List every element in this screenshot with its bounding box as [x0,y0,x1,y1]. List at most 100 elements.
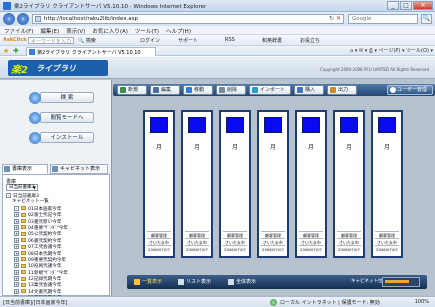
search-button[interactable]: 検 索 [29,92,94,104]
zoom-level[interactable]: 100% [415,299,429,305]
toolbar-search-button[interactable]: 🔍 検索 [78,37,96,44]
install-icon [29,132,41,144]
menu-edit[interactable]: 編集(E) [36,26,62,35]
command-bar[interactable]: ⌂ ▾ ✉ ▾ ⎙ ▾ ページ(P) ▾ ツール(O) ▾ [350,47,433,54]
menu-bar: ファイル(F) 編集(E) 表示(V) お気に入り(A) ツール(T) ヘルプ(H) [0,26,435,35]
search-icon[interactable]: 🔍 [421,14,432,24]
address-bar[interactable]: http://localhost/raku2lib/index.asp ↻ ✕ [32,14,344,24]
collapse-icon[interactable]: - [14,205,19,211]
expand-icon[interactable]: + [14,263,19,269]
status-left: [日当前書庫]/[日本画家今年] [3,300,68,306]
tab-list-view[interactable]: 一覧表示 [133,278,162,286]
cabinet-date: 2006/07/07 [376,247,398,252]
cabinet-card[interactable]: 月顧客管理 さいたま市 2006/07/07 [371,110,403,258]
expand-icon[interactable]: + [14,276,19,282]
install-button[interactable]: インストール [29,132,94,144]
cabinet-card[interactable]: 月顧客管理 さいたま市 2006/07/07 [181,110,213,258]
menu-view[interactable]: 表示(V) [62,26,88,35]
tab-full-display[interactable]: 全体表示 [227,278,256,286]
toolbar-dictionary-button[interactable]: 和英辞書 [262,37,282,44]
new-button[interactable]: 新規 [117,85,147,95]
edit-icon [153,87,159,93]
purchase-button[interactable]: 購入 [294,85,324,95]
user-management-button[interactable]: ユーザー管理 [387,85,433,95]
toolbar-login-button[interactable]: ログイン [140,37,160,44]
tab-library-view[interactable]: 書庫表示 [2,164,48,174]
move-button[interactable]: 移動 [183,85,213,95]
toolbar-rss-button[interactable]: RSS [225,37,235,43]
menu-help[interactable]: ヘルプ(H) [162,26,194,35]
address-row: ‹ › http://localhost/raku2lib/index.asp … [0,12,435,26]
expand-icon[interactable]: + [14,218,19,224]
cabinet-card[interactable]: 月顧客管理 さいたま市 2006/07/07 [219,110,251,258]
maximize-button[interactable]: □ [400,1,412,10]
cabinet-spine-label: 月 [193,144,200,151]
menu-tools[interactable]: ツール(T) [131,26,162,35]
cabinet-card[interactable]: 月顧客管理 さいたま市 2006/07/07 [295,110,327,258]
cabinet-position-slider[interactable] [382,277,420,287]
main-area: 新規 編集 移動 削除 インポート 購入 出力 ユーザー管理 月 顧客管理 さい… [113,80,435,296]
toolbar-support-button[interactable]: サポート [178,37,198,44]
back-button[interactable]: ‹ [3,13,15,25]
menu-favorites[interactable]: お気に入り(A) [88,26,131,35]
expand-icon[interactable]: + [14,237,19,243]
cabinet-position-indicator[interactable] [385,280,409,283]
cabinet-color-swatch [340,117,358,133]
toolbar-search-input[interactable]: キーワードを入力 [28,37,74,45]
library-view-icon [4,166,10,172]
delete-button-label: 削除 [227,87,238,93]
stop-icon[interactable]: ✕ [336,15,341,22]
status-bar: [日当前書庫]/[日本画家今年] ローカル イントラネット | 保護モード: 無… [0,296,435,307]
search-input[interactable]: Google [348,14,418,24]
logo-name: ライブラリ [36,64,76,73]
minimize-button[interactable]: _ [387,1,399,10]
output-button[interactable]: 出力 [327,85,357,95]
expand-icon[interactable]: + [14,282,19,288]
expand-icon[interactable]: + [14,250,19,256]
ask-brand[interactable]: AskClick [3,37,27,43]
import-button[interactable]: インポート [249,85,291,95]
expand-icon[interactable]: + [14,288,19,294]
card-divider [337,238,361,239]
edit-button[interactable]: 編集 [150,85,180,95]
favorites-star-icon[interactable]: ★ [3,47,11,55]
toolbar-sites-button[interactable]: お役立ち [300,37,320,44]
menu-file[interactable]: ファイル(F) [0,26,36,35]
cabinet-card[interactable]: 月顧客管理 さいたま市 2006/07/07 [143,110,175,258]
close-button[interactable]: ✕ [413,1,433,10]
copyright-text: Copyright 2000-2008 PFU LIMITED All Righ… [320,67,429,72]
expand-icon[interactable]: + [14,244,19,250]
folder-icon [21,238,26,243]
toolbar-search-placeholder: キーワードを入力 [31,39,72,45]
main-toolbar: 新規 編集 移動 削除 インポート 購入 出力 ユーザー管理 [113,84,435,96]
expand-icon[interactable]: + [14,212,19,218]
add-favorite-icon[interactable]: ✚ [13,47,21,55]
expand-icon[interactable]: + [14,231,19,237]
card-divider [223,245,247,246]
globe-icon [270,299,277,306]
cabinet-card[interactable]: 月顧客管理 さいたま市 2006/07/07 [257,110,289,258]
cabinet-color-swatch [226,117,244,133]
expand-icon[interactable]: + [14,269,19,275]
forward-button[interactable]: › [17,13,29,25]
tree-item-label: 11新規"ｻﾞﾝﾀﾞ"今年 [28,270,68,276]
library-select[interactable]: 日当前書庫3 ▼ [6,184,38,191]
expand-icon[interactable]: + [14,224,19,230]
refresh-icon[interactable]: ↻ [329,15,334,22]
cabinet-date: 2006/07/07 [148,247,170,252]
cabinet-card[interactable]: 月顧客管理 さいたま市 2006/07/07 [333,110,365,258]
card-divider [185,238,209,239]
browse-mode-button[interactable]: 閲覧モードへ [29,112,94,124]
browser-tab[interactable]: 楽2ライブラリ クライアントサーバ V5.10.10 [26,47,156,56]
tree-item-label: 08日本弐期今年 [28,251,62,257]
tab-cabinet-view[interactable]: キャビネット表示 [50,164,108,174]
expand-icon[interactable]: + [14,256,19,262]
import-button-label: インポート [260,87,286,93]
delete-button[interactable]: 削除 [216,85,246,95]
collapse-icon[interactable]: - [6,193,11,198]
cabinet-color-swatch [188,117,206,133]
tab-list-display[interactable]: リスト表示 [177,278,211,286]
address-tools: ↻ ✕ [329,15,341,22]
cabinet-date: 2006/07/07 [186,247,208,252]
app-header: 楽2 ライブラリ Copyright 2000-2008 PFU LIMITED… [0,57,435,79]
